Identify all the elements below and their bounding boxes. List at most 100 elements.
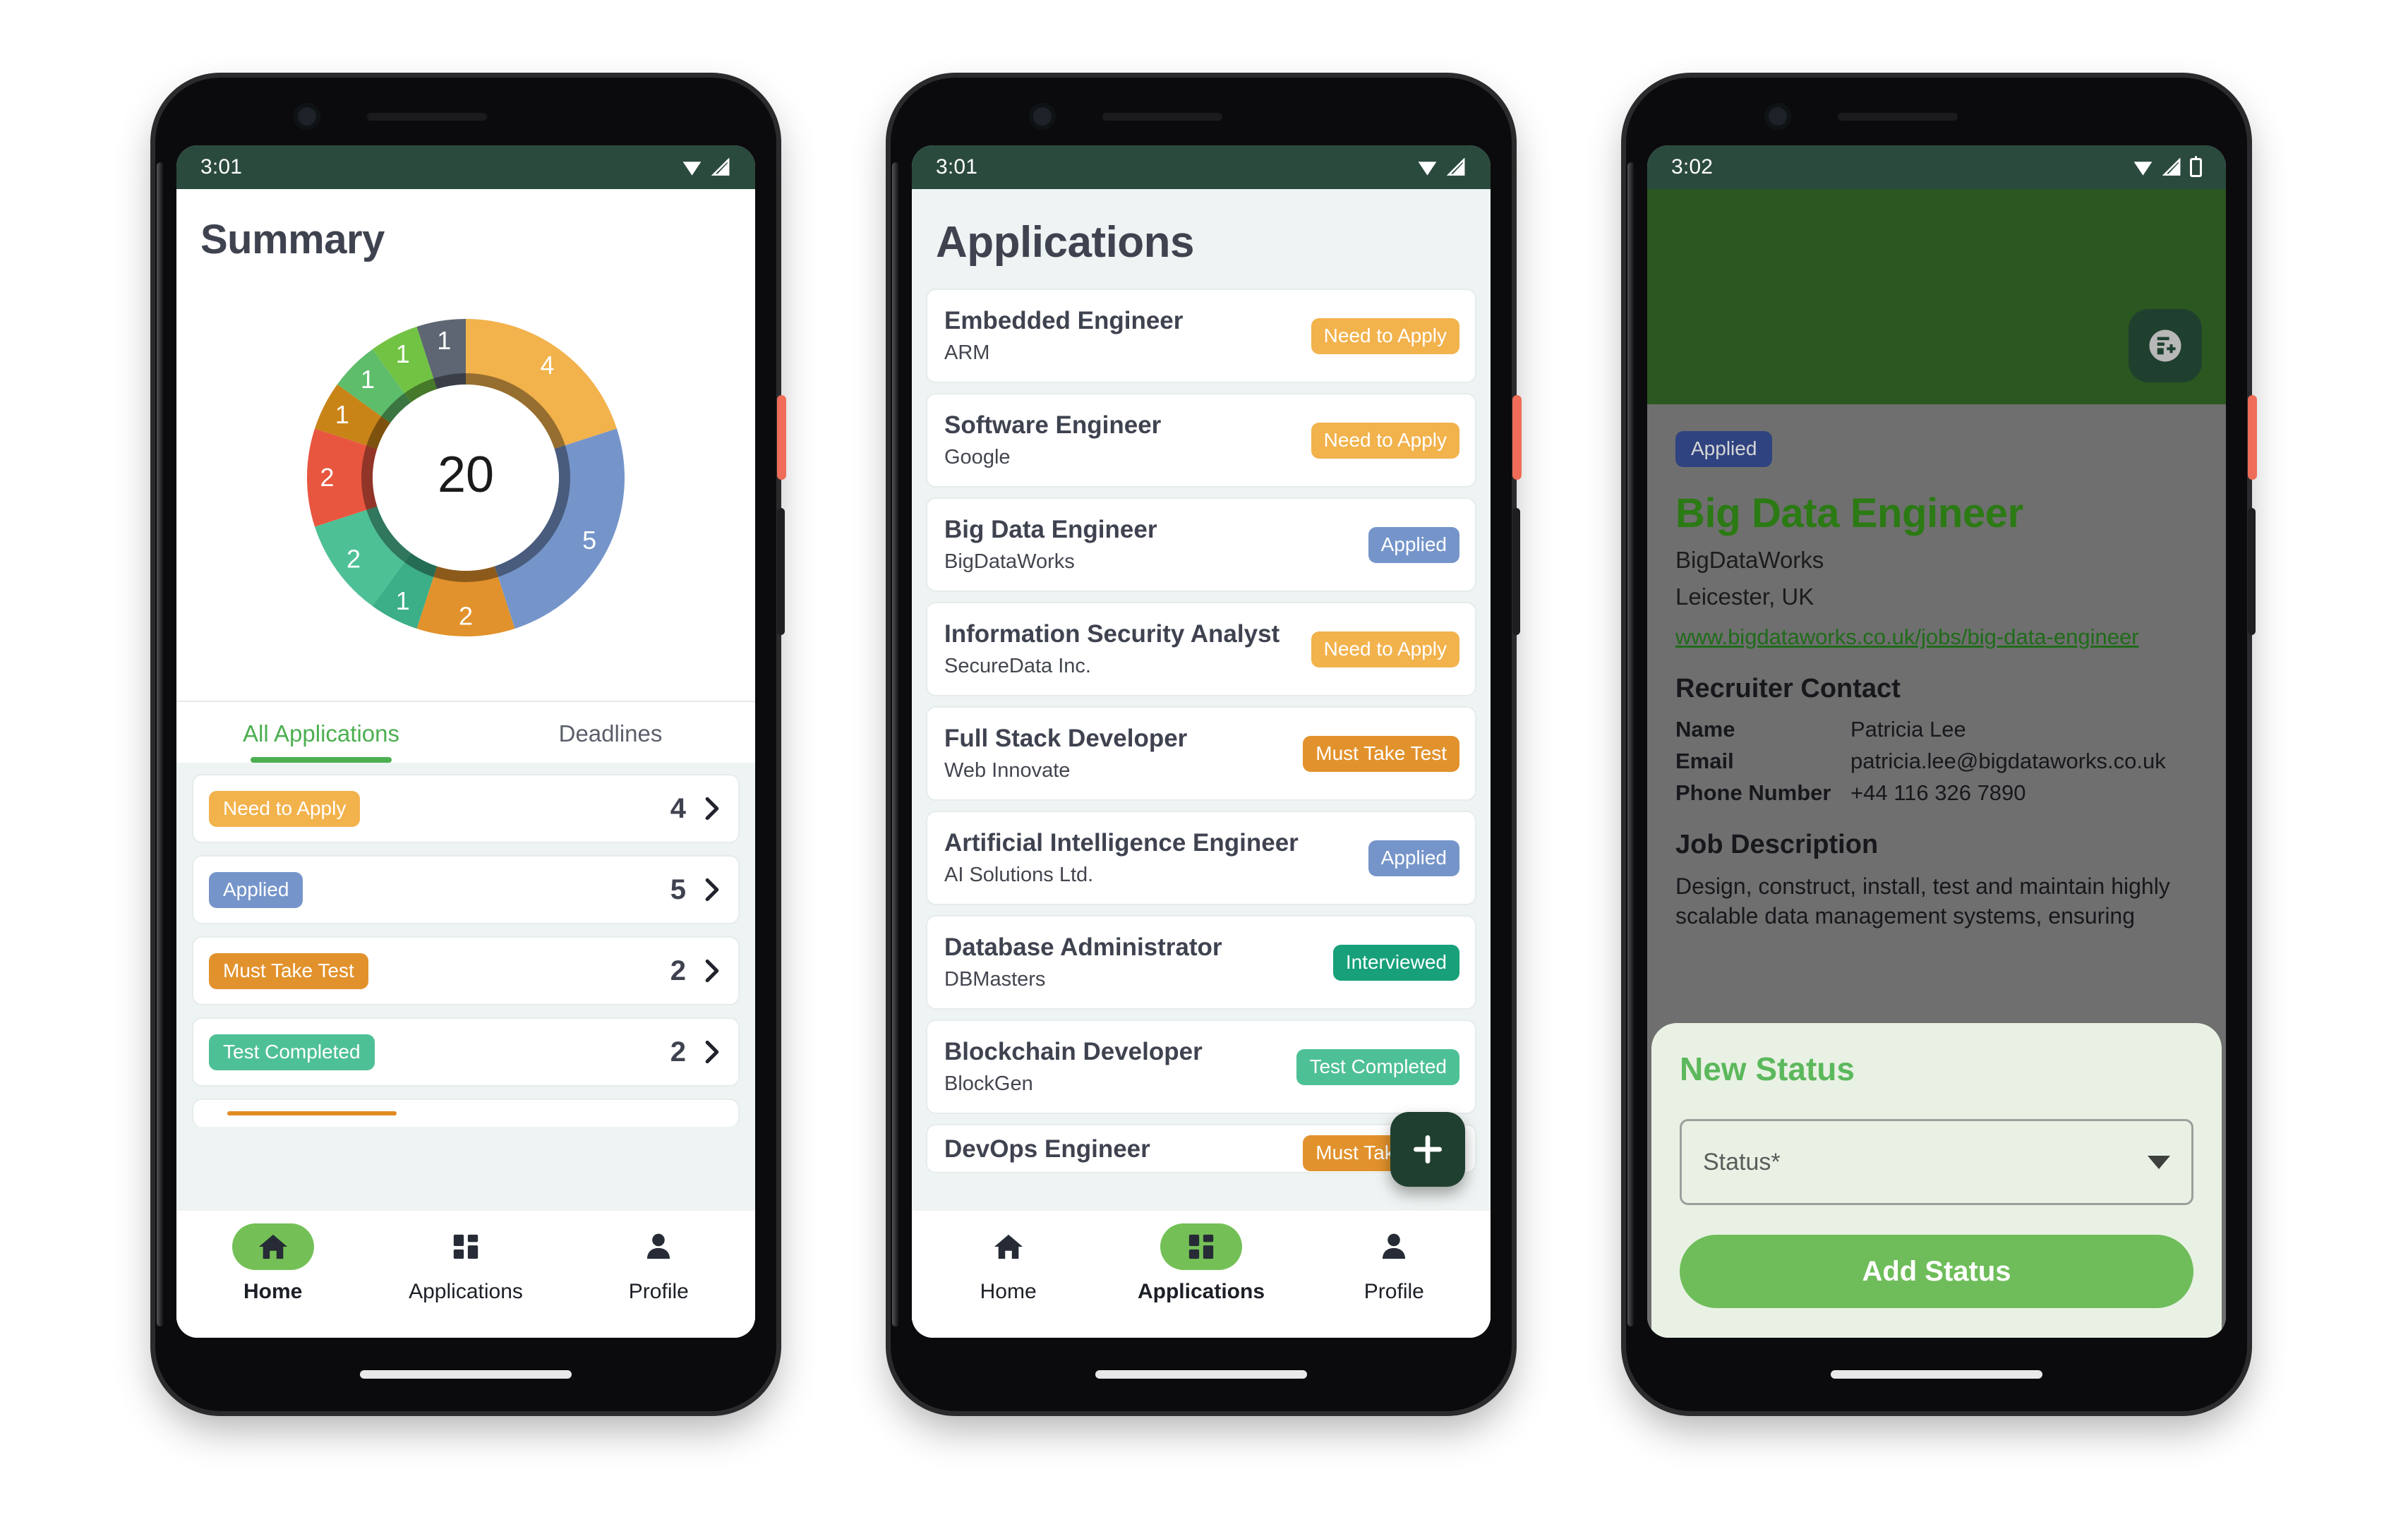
job-title: Artificial Intelligence Engineer — [944, 828, 1299, 857]
company-name: DBMasters — [944, 968, 1046, 991]
donut-slice-label: 1 — [396, 339, 410, 368]
signal-icon — [711, 158, 730, 176]
chevron-right-icon — [705, 797, 719, 821]
volume-button-2[interactable] — [1512, 508, 1520, 635]
status-badge: Need to Apply — [1311, 631, 1459, 667]
nav-item-profile[interactable]: Profile — [1298, 1223, 1491, 1304]
field-label: Phone Number — [1675, 780, 1831, 805]
power-button-3[interactable] — [2248, 395, 2257, 480]
wifi-icon — [1418, 162, 1437, 176]
earpiece-speaker-1 — [367, 113, 487, 121]
add-status-fab[interactable] — [2129, 309, 2202, 382]
table-row: Phone Number +44 116 326 7890 — [1675, 780, 2198, 806]
new-status-bottom-sheet: New Status Status* Add Status — [1651, 1023, 2222, 1338]
list-item-partial[interactable] — [192, 1099, 740, 1127]
phone-screen-2: 3:01 Applications Embedded Engineer ARM … — [912, 145, 1491, 1338]
status-time: 3:01 — [936, 155, 978, 179]
status-badge-cropped — [227, 1111, 397, 1115]
field-value: Patricia Lee — [1850, 717, 1966, 742]
table-row[interactable]: Information Security Analyst SecureData … — [926, 602, 1476, 696]
table-row[interactable]: Embedded Engineer ARM Need to Apply — [926, 289, 1476, 383]
status-count: 5 — [670, 873, 686, 905]
table-row[interactable]: Big Data Engineer BigDataWorks Applied — [926, 497, 1476, 592]
power-button-2[interactable] — [1512, 395, 1522, 480]
status-badge: Need to Apply — [1311, 422, 1459, 459]
job-title: DevOps Engineer — [944, 1135, 1150, 1163]
nav-pill-home — [968, 1223, 1049, 1270]
status-badge: Applied — [1368, 526, 1459, 563]
earpiece-speaker-2 — [1102, 113, 1222, 121]
status-select[interactable]: Status* — [1680, 1119, 2193, 1205]
list-item[interactable]: Test Completed 2 — [192, 1017, 740, 1087]
job-description: Design, construct, install, test and mai… — [1675, 873, 2170, 929]
nav-pill-applications — [1160, 1223, 1242, 1270]
company-name: BlockGen — [944, 1072, 1033, 1096]
add-application-fab[interactable] — [1390, 1112, 1465, 1187]
job-title: Full Stack Developer — [944, 724, 1188, 752]
power-button-1[interactable] — [777, 395, 786, 480]
chevron-right-icon — [705, 1040, 719, 1064]
company-name: Google — [944, 446, 1011, 469]
nav-label-applications: Applications — [409, 1280, 523, 1303]
job-title: Information Security Analyst — [944, 619, 1280, 648]
grid-icon — [1188, 1234, 1214, 1259]
row-text: Software Engineer Google — [944, 411, 1161, 469]
nav-pill-profile — [618, 1223, 699, 1270]
table-row[interactable]: Artificial Intelligence Engineer AI Solu… — [926, 811, 1476, 905]
row-text: Full Stack Developer Web Innovate — [944, 725, 1187, 782]
nav-item-applications[interactable]: Applications — [369, 1223, 562, 1304]
sheet-title: New Status — [1680, 1051, 1855, 1087]
status-bar-1: 3:01 — [176, 145, 755, 189]
job-posting-link[interactable]: www.bigdataworks.co.uk/jobs/big-data-eng… — [1675, 624, 2139, 650]
job-title: Blockchain Developer — [944, 1037, 1203, 1065]
phone-screen-3: 3:02 Applied Big Data Engineer BigDataWo… — [1647, 145, 2226, 1338]
nav-item-home[interactable]: Home — [912, 1223, 1104, 1304]
volume-button-1[interactable] — [777, 508, 785, 635]
nav-label-profile: Profile — [1363, 1280, 1424, 1303]
status-icons — [1416, 158, 1467, 176]
company-name: BigDataWorks — [1675, 547, 1824, 573]
wifi-icon — [2133, 162, 2153, 176]
page-title: Summary — [200, 217, 385, 262]
home-icon — [258, 1234, 287, 1259]
list-item[interactable]: Need to Apply 4 — [192, 774, 740, 843]
nav-label-applications: Applications — [1137, 1280, 1265, 1303]
status-badge: Need to Apply — [209, 790, 361, 827]
table-row[interactable]: Full Stack Developer Web Innovate Must T… — [926, 706, 1476, 801]
add-status-button[interactable]: Add Status — [1680, 1235, 2193, 1308]
tab-deadlines-label: Deadlines — [558, 720, 663, 746]
nav-item-applications[interactable]: Applications — [1104, 1223, 1297, 1304]
company-name: AI Solutions Ltd. — [944, 864, 1094, 887]
job-title: Big Data Engineer — [944, 515, 1157, 543]
phone-device-3: 3:02 Applied Big Data Engineer BigDataWo… — [1626, 78, 2257, 1411]
donut-center-total: 20 — [437, 447, 495, 503]
company-name: SecureData Inc. — [944, 655, 1091, 678]
status-badge: Applied — [209, 871, 303, 908]
table-row[interactable]: Database Administrator DBMasters Intervi… — [926, 915, 1476, 1010]
list-item[interactable]: Applied 5 — [192, 855, 740, 924]
chevron-right-icon — [705, 959, 719, 983]
donut-slice-label: 1 — [396, 586, 410, 615]
table-row[interactable]: Software Engineer Google Need to Apply — [926, 393, 1476, 488]
wifi-icon — [682, 162, 702, 176]
nav-item-home[interactable]: Home — [176, 1223, 369, 1304]
phone-device-1: 3:01 Summary 4521 2 2 1 1 1 1 20 All App… — [155, 78, 786, 1411]
nav-item-profile[interactable]: Profile — [562, 1223, 755, 1304]
row-text: Embedded Engineer ARM — [944, 307, 1183, 365]
company-name: ARM — [944, 341, 990, 365]
list-item[interactable]: Must Take Test 2 — [192, 936, 740, 1005]
row-text: DevOps Engineer — [944, 1135, 1150, 1163]
field-value: patricia.lee@bigdataworks.co.uk — [1850, 749, 2166, 773]
row-text: Artificial Intelligence Engineer AI Solu… — [944, 829, 1299, 887]
table-row[interactable]: Blockchain Developer BlockGen Test Compl… — [926, 1020, 1476, 1114]
tab-deadlines[interactable]: Deadlines — [466, 702, 755, 763]
summary-tabs: All Applications Deadlines — [176, 702, 755, 763]
job-title: Big Data Engineer — [1675, 490, 2023, 536]
status-bar-2: 3:01 — [912, 145, 1491, 189]
job-title: Software Engineer — [944, 411, 1162, 439]
application-detail-screen: Applied Big Data Engineer BigDataWorks L… — [1647, 189, 2226, 1338]
add-note-icon — [2149, 329, 2181, 362]
row-text: Database Administrator DBMasters — [944, 933, 1222, 991]
tab-all-applications[interactable]: All Applications — [176, 702, 466, 763]
volume-button-3[interactable] — [2248, 508, 2256, 635]
